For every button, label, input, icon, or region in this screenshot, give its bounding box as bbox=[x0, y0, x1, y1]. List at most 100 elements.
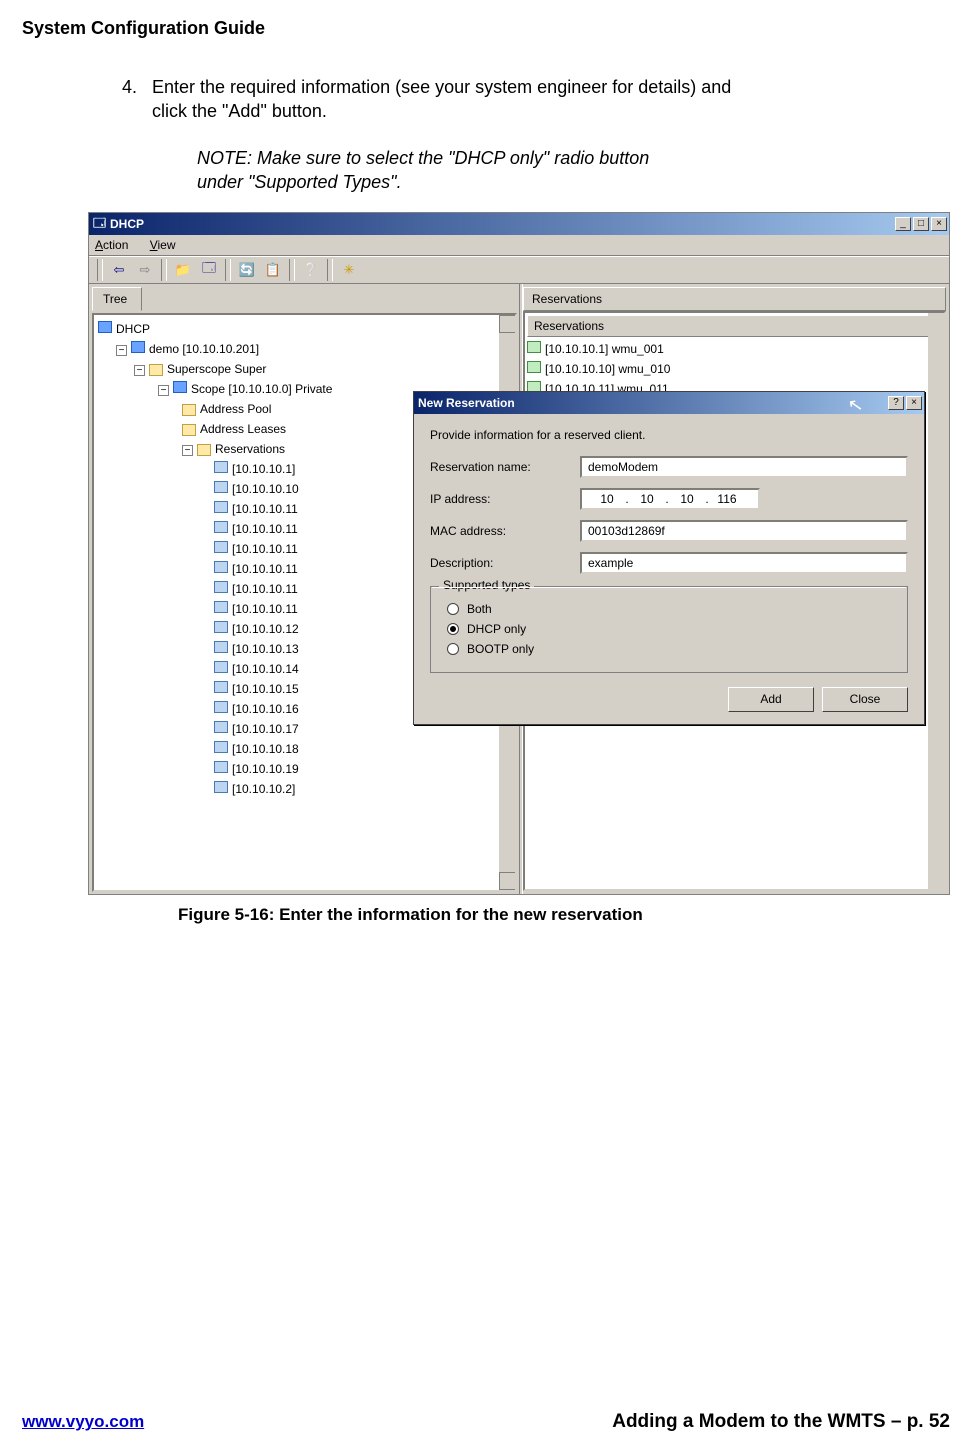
tree-item[interactable]: [10.10.10.11 bbox=[232, 602, 298, 616]
menu-view[interactable]: View bbox=[150, 238, 176, 252]
export-list-icon[interactable]: 📋 bbox=[261, 259, 285, 281]
label-mac-address: MAC address: bbox=[430, 524, 580, 538]
footer-section: Adding a Modem to the WMTS – p. 52 bbox=[612, 1411, 950, 1433]
tree-scope[interactable]: Scope [10.10.10.0] Private bbox=[191, 382, 332, 396]
radio-bootp-only[interactable] bbox=[447, 643, 459, 655]
up-folder-icon[interactable]: 📁 bbox=[171, 259, 195, 281]
nav-forward-icon[interactable]: ⇨ bbox=[133, 259, 157, 281]
list-item[interactable]: [10.10.10.1] wmu_001 bbox=[545, 342, 664, 356]
tree-server[interactable]: demo [10.10.10.201] bbox=[149, 342, 259, 356]
tree-item[interactable]: [10.10.10.16 bbox=[232, 702, 299, 716]
tree-item[interactable]: [10.10.10.13 bbox=[232, 642, 299, 656]
new-reservation-dialog: New Reservation ? × ↖ Provide informatio… bbox=[413, 391, 925, 725]
collapse-icon[interactable]: − bbox=[134, 365, 145, 376]
dialog-help-button[interactable]: ? bbox=[888, 396, 904, 410]
tree-item[interactable]: [10.10.10.11 bbox=[232, 542, 298, 556]
mmc-title-text: DHCP bbox=[110, 217, 144, 231]
dialog-titlebar: New Reservation ? × ↖ bbox=[414, 392, 924, 414]
reservation-name-input[interactable]: demoModem bbox=[580, 456, 908, 478]
reservation-icon bbox=[214, 481, 228, 493]
tree-item[interactable]: [10.10.10.11 bbox=[232, 522, 298, 536]
reservation-icon bbox=[214, 641, 228, 653]
nav-back-icon[interactable]: ⇦ bbox=[107, 259, 131, 281]
tree-superscope[interactable]: Superscope Super bbox=[167, 362, 266, 376]
reservation-icon bbox=[214, 621, 228, 633]
server-icon bbox=[131, 341, 145, 353]
tree-address-pool[interactable]: Address Pool bbox=[200, 402, 271, 416]
tree-item[interactable]: [10.10.10.11 bbox=[232, 502, 298, 516]
radio-bootp-only-label: BOOTP only bbox=[467, 642, 534, 656]
maximize-button[interactable]: □ bbox=[913, 217, 929, 231]
refresh-icon[interactable]: 🔄 bbox=[235, 259, 259, 281]
collapse-icon[interactable]: − bbox=[182, 445, 193, 456]
reservation-icon bbox=[214, 781, 228, 793]
reservation-icon bbox=[214, 501, 228, 513]
ip-octet-2[interactable]: 10 bbox=[630, 492, 664, 506]
tree-item[interactable]: [10.10.10.11 bbox=[232, 562, 298, 576]
reservation-item-icon bbox=[527, 361, 541, 373]
tree-root: DHCP bbox=[116, 322, 150, 336]
tree-item[interactable]: [10.10.10.15 bbox=[232, 682, 299, 696]
tree-item[interactable]: [10.10.10.2] bbox=[232, 782, 295, 796]
step-text-1: Enter the required information (see your… bbox=[152, 77, 731, 97]
radio-both[interactable] bbox=[447, 603, 459, 615]
tree-item[interactable]: [10.10.10.14 bbox=[232, 662, 299, 676]
tree-item[interactable]: [10.10.10.1] bbox=[232, 462, 295, 476]
reservation-icon bbox=[214, 541, 228, 553]
collapse-icon[interactable]: − bbox=[116, 345, 127, 356]
reservation-icon bbox=[214, 701, 228, 713]
collapse-icon[interactable]: − bbox=[158, 385, 169, 396]
tree-item[interactable]: [10.10.10.18 bbox=[232, 742, 299, 756]
reservation-item-icon bbox=[527, 341, 541, 353]
note-line-2: under "Supported Types". bbox=[197, 170, 757, 194]
dhcp-root-icon bbox=[98, 321, 112, 333]
tree-item[interactable]: [10.10.10.17 bbox=[232, 722, 299, 736]
mac-address-input[interactable]: 00103d12869f bbox=[580, 520, 908, 542]
list-item[interactable]: [10.10.10.10] wmu_010 bbox=[545, 362, 670, 376]
ip-octet-3[interactable]: 10 bbox=[670, 492, 704, 506]
ip-octet-1[interactable]: 10 bbox=[590, 492, 624, 506]
doc-title: System Configuration Guide bbox=[22, 18, 950, 39]
tree-item[interactable]: [10.10.10.11 bbox=[232, 582, 298, 596]
reservation-icon bbox=[214, 521, 228, 533]
help-icon[interactable]: ❔ bbox=[299, 259, 323, 281]
close-button[interactable]: × bbox=[931, 217, 947, 231]
dialog-intro: Provide information for a reserved clien… bbox=[430, 428, 908, 442]
reservation-icon bbox=[214, 741, 228, 753]
tree-item[interactable]: [10.10.10.10 bbox=[232, 482, 299, 496]
close-dialog-button[interactable]: Close bbox=[822, 687, 908, 712]
ip-address-input[interactable]: 10. 10. 10. 116 bbox=[580, 488, 760, 510]
description-input[interactable]: example bbox=[580, 552, 908, 574]
scope-icon bbox=[173, 381, 187, 393]
tree-item[interactable]: [10.10.10.12 bbox=[232, 622, 299, 636]
mmc-titlebar: 🗔 DHCP _ □ × bbox=[89, 213, 949, 235]
menu-action[interactable]: Action bbox=[95, 238, 128, 252]
add-button[interactable]: Add bbox=[728, 687, 814, 712]
minimize-button[interactable]: _ bbox=[895, 217, 911, 231]
tree-tab[interactable]: Tree bbox=[92, 287, 142, 311]
reservations-folder-icon bbox=[197, 444, 211, 456]
step-number: 4. bbox=[122, 75, 152, 99]
ip-octet-4[interactable]: 116 bbox=[710, 492, 744, 506]
radio-both-label: Both bbox=[467, 602, 492, 616]
step-line: 4.Enter the required information (see yo… bbox=[122, 75, 950, 124]
show-hide-tree-icon[interactable]: 🗔 bbox=[197, 259, 221, 281]
dialog-close-button[interactable]: × bbox=[906, 396, 922, 410]
radio-dhcp-only-label: DHCP only bbox=[467, 622, 526, 636]
tree-address-leases[interactable]: Address Leases bbox=[200, 422, 286, 436]
label-description: Description: bbox=[430, 556, 580, 570]
reservation-icon bbox=[214, 601, 228, 613]
right-column-header[interactable]: Reservations bbox=[523, 287, 946, 311]
list-scrollbar[interactable] bbox=[928, 313, 944, 889]
new-item-icon[interactable]: ✳ bbox=[337, 259, 361, 281]
tree-item[interactable]: [10.10.10.19 bbox=[232, 762, 299, 776]
reservation-icon bbox=[214, 561, 228, 573]
tree-reservations[interactable]: Reservations bbox=[215, 442, 285, 456]
reservation-icon bbox=[214, 681, 228, 693]
dhcp-app-icon: 🗔 bbox=[93, 214, 106, 235]
reservation-icon bbox=[214, 661, 228, 673]
supported-types-group: Supported types Both DHCP only BOOTP onl… bbox=[430, 586, 908, 673]
page-footer: www.vyyo.com Adding a Modem to the WMTS … bbox=[22, 1411, 950, 1433]
footer-url[interactable]: www.vyyo.com bbox=[22, 1412, 144, 1432]
radio-dhcp-only[interactable] bbox=[447, 623, 459, 635]
